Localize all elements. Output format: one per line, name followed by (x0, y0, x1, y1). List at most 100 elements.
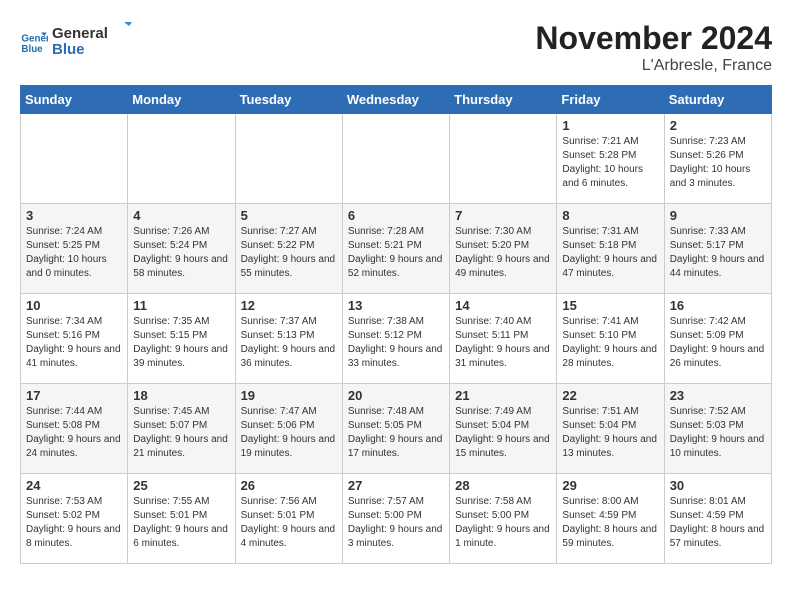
day-info: Sunrise: 7:53 AMSunset: 5:02 PMDaylight:… (26, 495, 122, 551)
day-info: Sunrise: 7:57 AMSunset: 5:00 PMDaylight:… (348, 495, 444, 551)
day-info: Sunrise: 7:51 AMSunset: 5:04 PMDaylight:… (562, 405, 658, 461)
day-number: 23 (670, 388, 766, 403)
day-number: 15 (562, 298, 658, 313)
day-info: Sunrise: 7:55 AMSunset: 5:01 PMDaylight:… (133, 495, 229, 551)
day-info: Sunrise: 7:48 AMSunset: 5:05 PMDaylight:… (348, 405, 444, 461)
day-number: 1 (562, 118, 658, 133)
calendar-day-cell (342, 114, 449, 204)
logo: General Blue General Blue (20, 20, 142, 65)
day-info: Sunrise: 7:47 AMSunset: 5:06 PMDaylight:… (241, 405, 337, 461)
calendar-day-cell (235, 114, 342, 204)
day-number: 14 (455, 298, 551, 313)
calendar-day-cell (128, 114, 235, 204)
day-number: 30 (670, 478, 766, 493)
day-number: 8 (562, 208, 658, 223)
calendar-day-cell: 5Sunrise: 7:27 AMSunset: 5:22 PMDaylight… (235, 204, 342, 294)
day-info: Sunrise: 7:42 AMSunset: 5:09 PMDaylight:… (670, 315, 766, 371)
calendar-day-cell: 26 Sunrise: 7:56 AMSunset: 5:01 PMDayligh… (235, 474, 342, 564)
day-number: 11 (133, 298, 229, 313)
day-info: Sunrise: 7:44 AMSunset: 5:08 PMDaylight:… (26, 405, 122, 461)
calendar-day-cell: 1 Sunrise: 7:21 AMSunset: 5:28 PMDaylight… (557, 114, 664, 204)
day-info: Sunrise: 7:58 AMSunset: 5:00 PMDaylight:… (455, 495, 551, 551)
calendar-week-row: 24 Sunrise: 7:53 AMSunset: 5:02 PMDayligh… (21, 474, 772, 564)
logo-icon: General Blue (20, 29, 48, 57)
calendar-body: 1 Sunrise: 7:21 AMSunset: 5:28 PMDaylight… (21, 114, 772, 564)
calendar-day-cell: 23 Sunrise: 7:52 AMSunset: 5:03 PMDayligh… (664, 384, 771, 474)
calendar-day-cell: 4 Sunrise: 7:26 AMSunset: 5:24 PMDaylight… (128, 204, 235, 294)
day-info: Sunrise: 8:00 AMSunset: 4:59 PMDaylight:… (562, 495, 658, 551)
calendar-day-cell (21, 114, 128, 204)
day-info: Sunrise: 7:23 AMSunset: 5:26 PMDaylight:… (670, 135, 766, 191)
calendar-week-row: 1 Sunrise: 7:21 AMSunset: 5:28 PMDaylight… (21, 114, 772, 204)
day-info: Sunrise: 7:41 AMSunset: 5:10 PMDaylight:… (562, 315, 658, 371)
location-title: L'Arbresle, France (535, 57, 772, 75)
calendar-week-row: 17 Sunrise: 7:44 AMSunset: 5:08 PMDayligh… (21, 384, 772, 474)
calendar-day-cell: 6 Sunrise: 7:28 AMSunset: 5:21 PMDaylight… (342, 204, 449, 294)
calendar-day-cell: 19Sunrise: 7:47 AMSunset: 5:06 PMDayligh… (235, 384, 342, 474)
calendar-day-cell: 15 Sunrise: 7:41 AMSunset: 5:10 PMDayligh… (557, 294, 664, 384)
day-info: Sunrise: 7:27 AMSunset: 5:22 PMDaylight:… (241, 225, 337, 281)
svg-text:Blue: Blue (52, 41, 85, 58)
day-number: 7 (455, 208, 551, 223)
day-number: 10 (26, 298, 122, 313)
calendar-day-cell: 18 Sunrise: 7:45 AMSunset: 5:07 PMDayligh… (128, 384, 235, 474)
calendar-day-cell: 3Sunrise: 7:24 AMSunset: 5:25 PMDaylight… (21, 204, 128, 294)
day-number: 24 (26, 478, 122, 493)
day-number: 17 (26, 388, 122, 403)
calendar-day-cell: 10 Sunrise: 7:34 AMSunset: 5:16 PMDayligh… (21, 294, 128, 384)
day-info: Sunrise: 7:49 AMSunset: 5:04 PMDaylight:… (455, 405, 551, 461)
calendar-week-row: 3Sunrise: 7:24 AMSunset: 5:25 PMDaylight… (21, 204, 772, 294)
day-number: 21 (455, 388, 551, 403)
calendar-day-cell: 7 Sunrise: 7:30 AMSunset: 5:20 PMDaylight… (450, 204, 557, 294)
calendar-day-cell: 27Sunrise: 7:57 AMSunset: 5:00 PMDayligh… (342, 474, 449, 564)
day-info: Sunrise: 7:21 AMSunset: 5:28 PMDaylight:… (562, 135, 658, 191)
weekday-header-cell: Wednesday (342, 86, 449, 114)
weekday-header-cell: Friday (557, 86, 664, 114)
calendar-table: SundayMondayTuesdayWednesdayThursdayFrid… (20, 85, 772, 564)
calendar-day-cell (450, 114, 557, 204)
weekday-header-cell: Thursday (450, 86, 557, 114)
day-number: 13 (348, 298, 444, 313)
day-info: Sunrise: 7:37 AMSunset: 5:13 PMDaylight:… (241, 315, 337, 371)
day-info: Sunrise: 7:35 AMSunset: 5:15 PMDaylight:… (133, 315, 229, 371)
day-info: Sunrise: 7:26 AMSunset: 5:24 PMDaylight:… (133, 225, 229, 281)
day-info: Sunrise: 7:40 AMSunset: 5:11 PMDaylight:… (455, 315, 551, 371)
day-info: Sunrise: 7:28 AMSunset: 5:21 PMDaylight:… (348, 225, 444, 281)
day-info: Sunrise: 7:30 AMSunset: 5:20 PMDaylight:… (455, 225, 551, 281)
day-number: 2 (670, 118, 766, 133)
day-number: 9 (670, 208, 766, 223)
calendar-day-cell: 30 Sunrise: 8:01 AMSunset: 4:59 PMDayligh… (664, 474, 771, 564)
day-number: 4 (133, 208, 229, 223)
day-info: Sunrise: 7:38 AMSunset: 5:12 PMDaylight:… (348, 315, 444, 371)
day-info: Sunrise: 7:34 AMSunset: 5:16 PMDaylight:… (26, 315, 122, 371)
header: General Blue General Blue November 2024 … (20, 20, 772, 75)
calendar-day-cell: 16Sunrise: 7:42 AMSunset: 5:09 PMDayligh… (664, 294, 771, 384)
day-number: 29 (562, 478, 658, 493)
day-number: 26 (241, 478, 337, 493)
day-info: Sunrise: 8:01 AMSunset: 4:59 PMDaylight:… (670, 495, 766, 551)
weekday-header-row: SundayMondayTuesdayWednesdayThursdayFrid… (21, 86, 772, 114)
svg-text:General: General (52, 25, 108, 42)
day-info: Sunrise: 7:56 AMSunset: 5:01 PMDaylight:… (241, 495, 337, 551)
day-number: 18 (133, 388, 229, 403)
calendar-day-cell: 17 Sunrise: 7:44 AMSunset: 5:08 PMDayligh… (21, 384, 128, 474)
day-number: 20 (348, 388, 444, 403)
day-info: Sunrise: 7:52 AMSunset: 5:03 PMDaylight:… (670, 405, 766, 461)
calendar-day-cell: 28Sunrise: 7:58 AMSunset: 5:00 PMDayligh… (450, 474, 557, 564)
calendar-day-cell: 14 Sunrise: 7:40 AMSunset: 5:11 PMDayligh… (450, 294, 557, 384)
weekday-header-cell: Tuesday (235, 86, 342, 114)
title-block: November 2024 L'Arbresle, France (535, 20, 772, 75)
day-number: 25 (133, 478, 229, 493)
weekday-header-cell: Monday (128, 86, 235, 114)
day-info: Sunrise: 7:33 AMSunset: 5:17 PMDaylight:… (670, 225, 766, 281)
calendar-day-cell: 9 Sunrise: 7:33 AMSunset: 5:17 PMDaylight… (664, 204, 771, 294)
calendar-day-cell: 22Sunrise: 7:51 AMSunset: 5:04 PMDayligh… (557, 384, 664, 474)
calendar-day-cell: 25 Sunrise: 7:55 AMSunset: 5:01 PMDayligh… (128, 474, 235, 564)
day-info: Sunrise: 7:31 AMSunset: 5:18 PMDaylight:… (562, 225, 658, 281)
day-info: Sunrise: 7:45 AMSunset: 5:07 PMDaylight:… (133, 405, 229, 461)
calendar-day-cell: 29 Sunrise: 8:00 AMSunset: 4:59 PMDayligh… (557, 474, 664, 564)
calendar-day-cell: 21 Sunrise: 7:49 AMSunset: 5:04 PMDayligh… (450, 384, 557, 474)
weekday-header-cell: Sunday (21, 86, 128, 114)
calendar-day-cell: 13 Sunrise: 7:38 AMSunset: 5:12 PMDayligh… (342, 294, 449, 384)
day-number: 6 (348, 208, 444, 223)
